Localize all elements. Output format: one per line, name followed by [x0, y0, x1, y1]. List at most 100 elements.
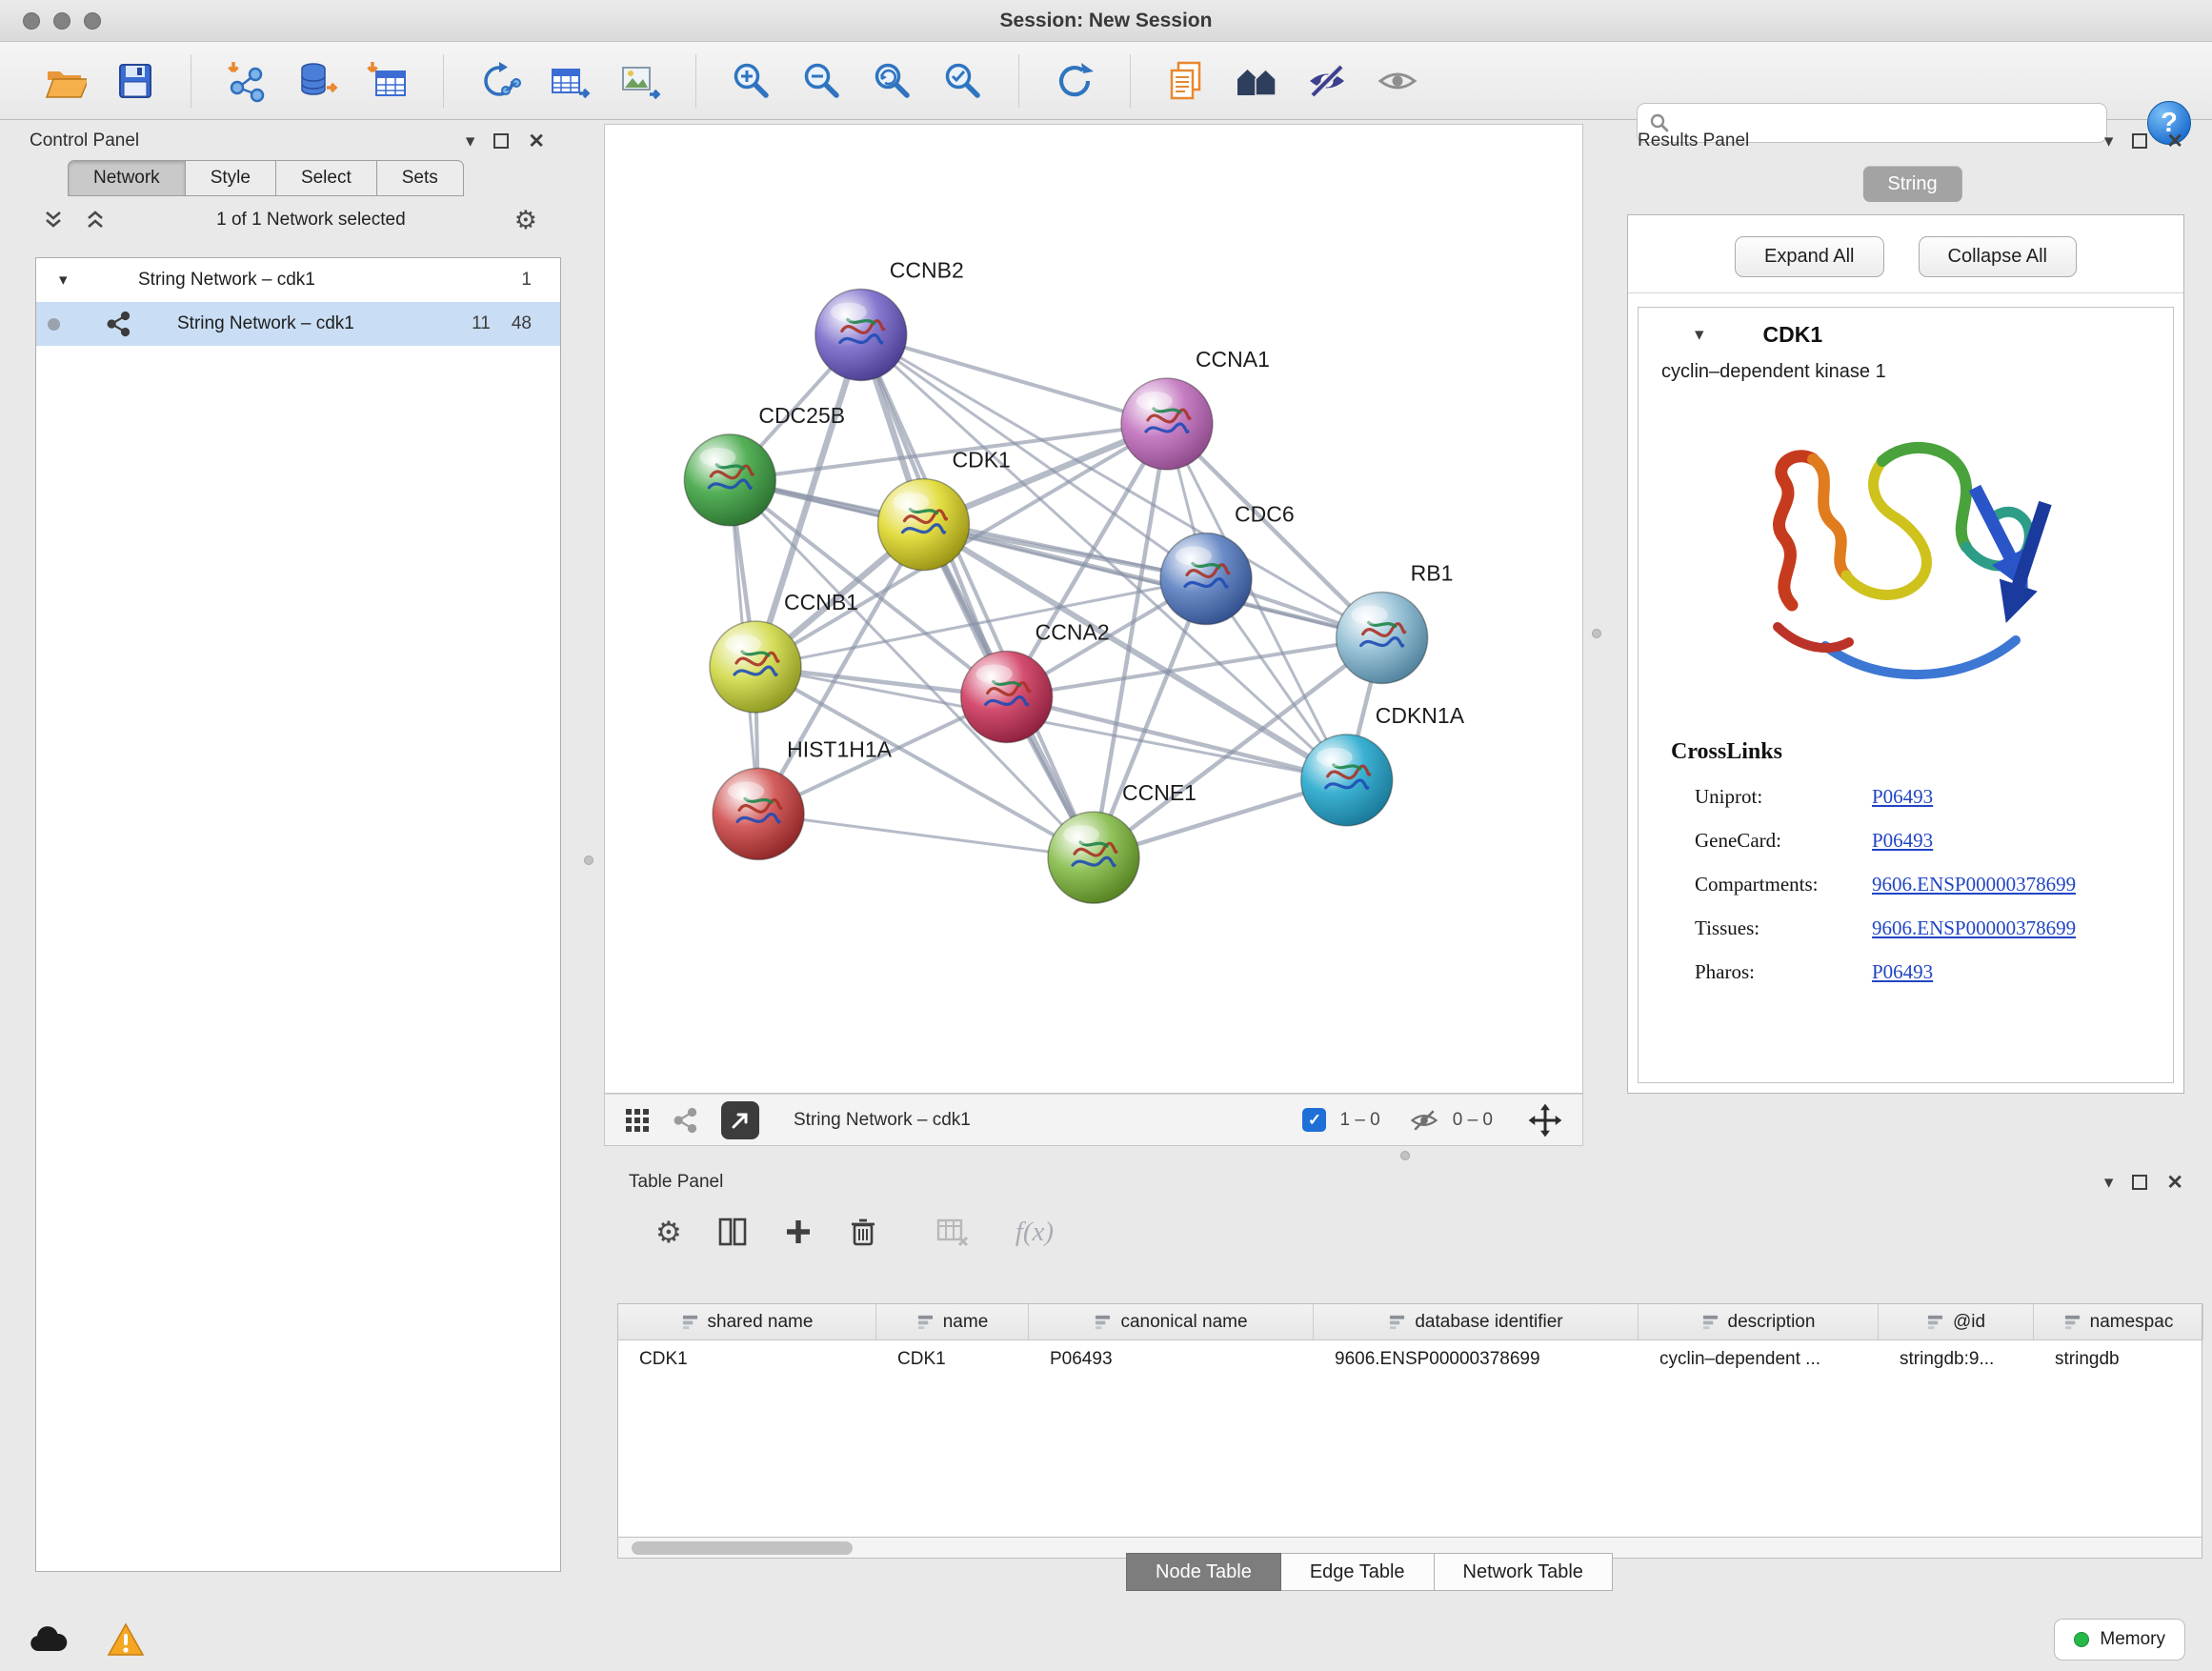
splitter-handle[interactable] [1400, 1151, 1410, 1160]
window-title: Session: New Session [1000, 10, 1213, 32]
function-builder-button[interactable]: f(x) [1016, 1217, 1054, 1248]
crosslink-link[interactable]: P06493 [1872, 960, 1933, 984]
birds-eye-grid-icon[interactable] [624, 1107, 651, 1134]
close-panel-icon[interactable]: ✕ [2166, 131, 2183, 151]
save-session-icon[interactable] [112, 58, 158, 104]
network-collection-row[interactable]: ▾ String Network – cdk1 1 [36, 258, 560, 302]
tab-sets[interactable]: Sets [377, 160, 464, 196]
tab-node-table[interactable]: Node Table [1126, 1553, 1281, 1591]
splitter-handle[interactable] [1592, 629, 1601, 638]
gene-collapse-caret-icon[interactable]: ▾ [1695, 326, 1704, 344]
tab-select[interactable]: Select [276, 160, 377, 196]
network-node-RB1[interactable]: RB1 [1337, 560, 1454, 683]
crosslink-link[interactable]: P06493 [1872, 829, 1933, 853]
network-options-gear-icon[interactable]: ⚙ [514, 208, 537, 233]
export-image-icon[interactable] [617, 58, 663, 104]
show-hidden-eye-icon[interactable] [1375, 58, 1420, 104]
network-node-CDK1[interactable]: CDK1 [877, 448, 1010, 571]
toolbar-separator [1018, 54, 1019, 108]
zoom-selected-icon[interactable] [940, 58, 986, 104]
float-panel-icon[interactable]: ▾ [466, 132, 475, 151]
splitter-handle[interactable] [584, 856, 593, 865]
network-node-label: CCNB2 [890, 257, 964, 282]
memory-button[interactable]: Memory [2054, 1619, 2185, 1661]
zoom-in-icon[interactable] [729, 58, 774, 104]
column-header-namespac[interactable]: namespac [2034, 1304, 2203, 1339]
network-node-CCNA1[interactable]: CCNA1 [1121, 347, 1270, 470]
column-header-description[interactable]: description [1639, 1304, 1879, 1339]
add-column-icon[interactable] [783, 1217, 814, 1247]
export-table-icon[interactable] [547, 58, 593, 104]
tab-style[interactable]: Style [186, 160, 276, 196]
network-node-HIST1H1A[interactable]: HIST1H1A [713, 736, 893, 859]
column-header-database-identifier[interactable]: database identifier [1314, 1304, 1639, 1339]
network-label: String Network – cdk1 [177, 313, 354, 334]
memory-label: Memory [2100, 1629, 2165, 1650]
network-view-canvas[interactable]: CCNB2CCNA1CDC25BCDK1CDC6RB1CCNB1CCNA2CDK… [604, 124, 1583, 1094]
close-panel-icon[interactable]: ✕ [528, 131, 545, 151]
open-session-icon[interactable] [42, 58, 88, 104]
show-columns-icon[interactable] [716, 1216, 749, 1248]
delete-table-icon[interactable] [935, 1215, 970, 1249]
delete-column-icon[interactable] [848, 1217, 878, 1247]
crosslink-row: Uniprot:P06493 [1639, 775, 2173, 818]
network-edge[interactable] [861, 334, 1167, 423]
network-node-CDKN1A[interactable]: CDKN1A [1301, 703, 1465, 826]
import-network-database-icon[interactable] [294, 58, 340, 104]
hidden-eye-slash-icon[interactable] [1409, 1105, 1439, 1136]
crosslink-link[interactable]: 9606.ENSP00000378699 [1872, 873, 2076, 896]
collapse-all-networks-icon[interactable] [83, 208, 108, 232]
zoom-fit-icon[interactable] [870, 58, 915, 104]
close-window-button[interactable] [23, 12, 40, 30]
float-panel-icon[interactable]: ▾ [2104, 132, 2114, 151]
maximize-panel-icon[interactable] [2132, 1175, 2147, 1190]
warning-status-icon[interactable] [107, 1622, 145, 1657]
collapse-all-button[interactable]: Collapse All [1919, 236, 2078, 277]
network-node-CCNB2[interactable]: CCNB2 [815, 257, 964, 380]
table-options-gear-icon[interactable]: ⚙ [655, 1218, 682, 1247]
string-results-tab[interactable]: String [1862, 166, 1961, 202]
scrollbar-thumb[interactable] [632, 1541, 853, 1555]
import-network-file-icon[interactable] [224, 58, 270, 104]
refresh-view-icon[interactable] [1052, 58, 1097, 104]
open-in-window-button[interactable] [721, 1101, 759, 1139]
close-panel-icon[interactable]: ✕ [2166, 1173, 2183, 1193]
network-view-toolbar: String Network – cdk1 ✓ 1 – 0 0 – 0 [604, 1094, 1583, 1146]
network-edge[interactable] [861, 334, 1094, 857]
float-panel-icon[interactable]: ▾ [2104, 1174, 2114, 1192]
column-header--id[interactable]: @id [1879, 1304, 2034, 1339]
maximize-panel-icon[interactable] [2132, 133, 2147, 149]
column-header-canonical-name[interactable]: canonical name [1029, 1304, 1314, 1339]
network-edge[interactable] [758, 814, 1094, 857]
collection-caret-icon[interactable]: ▾ [59, 271, 68, 290]
selected-nodes-checkbox[interactable]: ✓ [1302, 1108, 1326, 1132]
string-badge-icon[interactable] [672, 1106, 700, 1135]
hide-selected-icon[interactable] [1304, 58, 1350, 104]
maximize-panel-icon[interactable] [493, 133, 509, 149]
copy-document-icon[interactable] [1163, 58, 1209, 104]
zoom-window-button[interactable] [84, 12, 101, 30]
column-header-shared-name[interactable]: shared name [618, 1304, 876, 1339]
first-neighbors-icon[interactable] [1234, 58, 1279, 104]
tab-network[interactable]: Network [68, 160, 186, 196]
import-table-icon[interactable] [365, 58, 411, 104]
pan-move-icon[interactable] [1527, 1102, 1563, 1138]
crosslink-row: GeneCard:P06493 [1639, 818, 2173, 862]
network-row-selected[interactable]: String Network – cdk1 11 48 [36, 302, 560, 346]
column-sort-icon [1926, 1313, 1944, 1331]
tab-network-table[interactable]: Network Table [1435, 1553, 1613, 1591]
minimize-window-button[interactable] [53, 12, 70, 30]
network-node-label: CCNE1 [1122, 780, 1196, 805]
tab-edge-table[interactable]: Edge Table [1281, 1553, 1435, 1591]
network-node-CCNE1[interactable]: CCNE1 [1048, 780, 1196, 903]
cloud-status-icon[interactable] [27, 1624, 69, 1655]
column-header-name[interactable]: name [876, 1304, 1029, 1339]
zoom-out-icon[interactable] [799, 58, 845, 104]
crosslink-link[interactable]: P06493 [1872, 785, 1933, 809]
table-row[interactable]: CDK1CDK1P064939606.ENSP00000378699cyclin… [618, 1340, 2202, 1379]
expand-all-networks-icon[interactable] [41, 208, 66, 232]
new-network-icon[interactable] [476, 58, 522, 104]
expand-all-button[interactable]: Expand All [1735, 236, 1884, 277]
network-node-label: CDKN1A [1376, 703, 1465, 728]
crosslink-link[interactable]: 9606.ENSP00000378699 [1872, 916, 2076, 940]
